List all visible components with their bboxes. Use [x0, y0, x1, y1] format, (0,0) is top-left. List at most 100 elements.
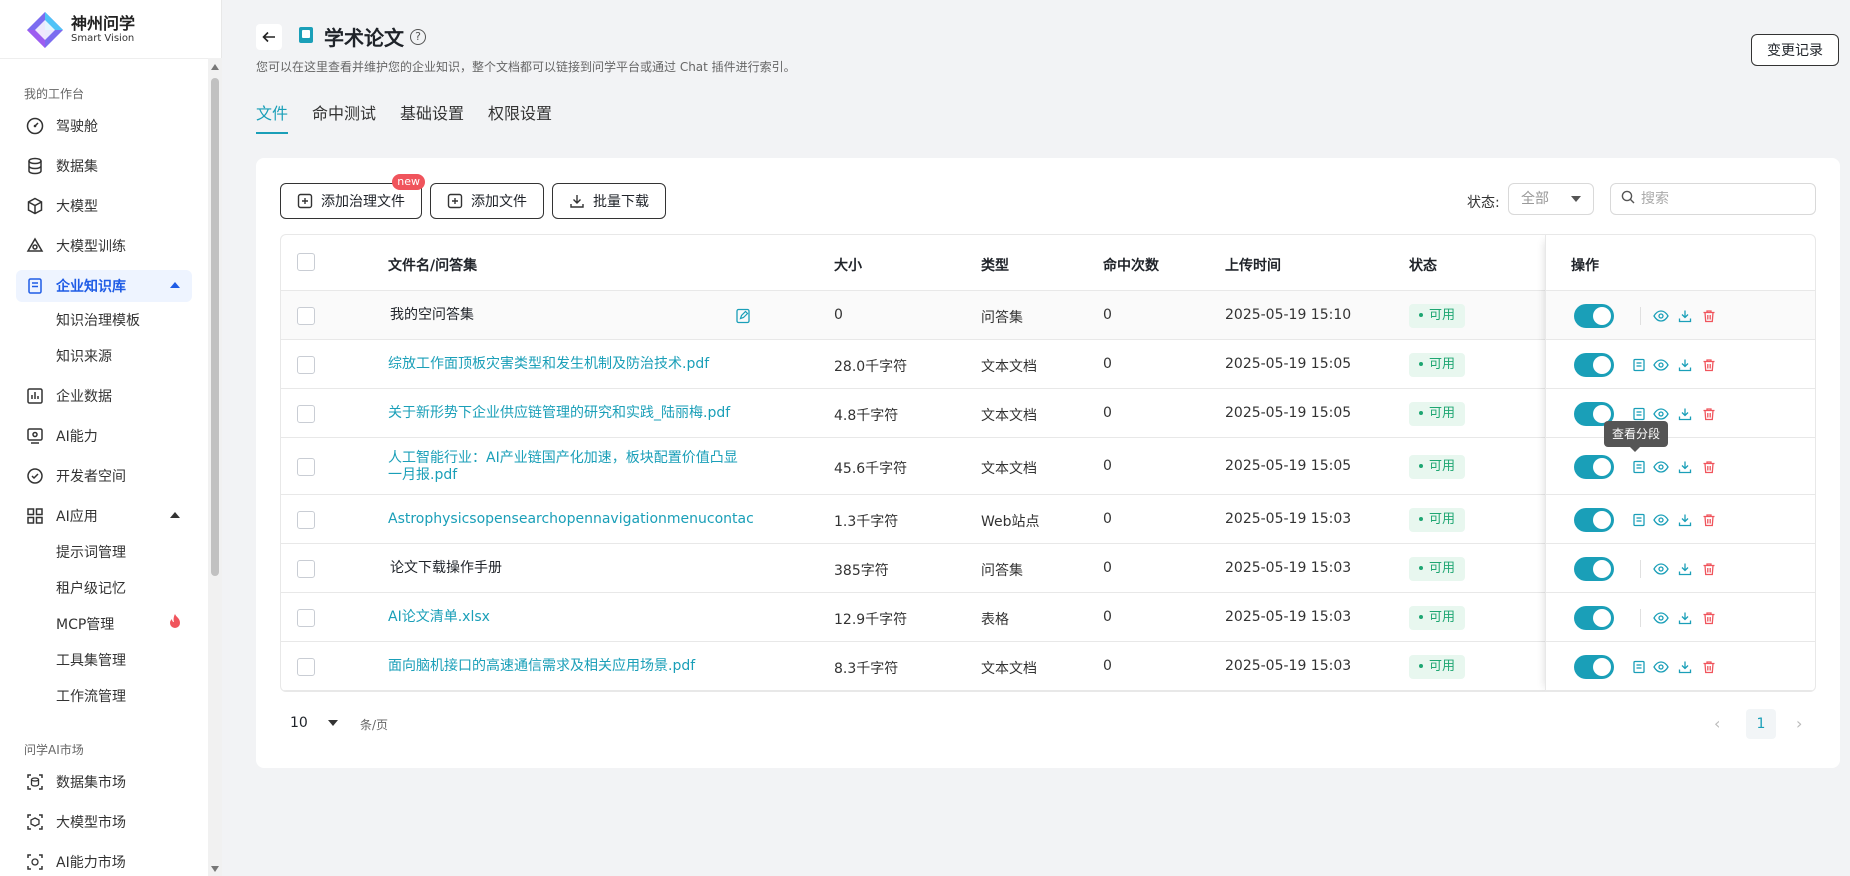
page-number-button[interactable]: 1 [1746, 709, 1776, 739]
nav-item-model-training[interactable]: 大模型训练 [16, 230, 192, 262]
delete-icon[interactable] [1700, 511, 1718, 529]
add-governed-file-button[interactable]: 添加治理文件 new [280, 174, 425, 219]
enable-toggle[interactable] [1574, 303, 1614, 328]
file-name[interactable]: 人工智能行业：AI产业链国产化加速，板块配置价值凸显一月报.pdf [388, 450, 738, 484]
search-box[interactable] [1610, 183, 1816, 215]
file-name[interactable]: Astrophysicsopensearchopennavigationmenu… [388, 511, 754, 528]
enable-toggle[interactable] [1574, 454, 1614, 479]
file-name[interactable]: 综放工作面顶板灾害类型和发生机制及防治技术.pdf [388, 356, 738, 373]
brand-logo[interactable]: 神州问学 Smart Vision [25, 10, 135, 50]
nav-item-ability-market[interactable]: AI能力市场 [16, 846, 192, 876]
delete-icon[interactable] [1700, 658, 1718, 676]
segments-icon[interactable] [1630, 658, 1648, 676]
file-name[interactable]: AI论文清单.xlsx [388, 609, 738, 626]
enable-toggle[interactable] [1574, 352, 1614, 377]
file-name[interactable]: 面向脑机接口的高速通信需求及相关应用场景.pdf [388, 658, 738, 675]
tab-files[interactable]: 文件 [256, 100, 289, 134]
download-icon[interactable] [1676, 307, 1694, 325]
download-icon[interactable] [1676, 609, 1694, 627]
nav-item-ai-ability[interactable]: AI能力 [16, 420, 192, 452]
prev-page-button[interactable]: ‹ [1714, 714, 1720, 733]
delete-icon[interactable] [1700, 307, 1718, 325]
collapse-caret-icon[interactable] [170, 512, 180, 518]
view-icon[interactable] [1652, 307, 1670, 325]
file-name[interactable]: 关于新形势下企业供应链管理的研究和实践_陆丽梅.pdf [388, 405, 738, 422]
download-icon[interactable] [1676, 511, 1694, 529]
delete-icon[interactable] [1700, 405, 1718, 423]
nav-item-knowledge-base[interactable]: 企业知识库 [16, 270, 192, 302]
view-icon[interactable] [1652, 560, 1670, 578]
delete-icon[interactable] [1700, 560, 1718, 578]
row-checkbox[interactable] [297, 657, 315, 676]
nav-sub-tenant-memory[interactable]: 租户级记忆 [56, 577, 126, 601]
help-icon[interactable]: ? [410, 28, 426, 45]
tab-permission-settings[interactable]: 权限设置 [488, 100, 552, 134]
delete-icon[interactable] [1700, 458, 1718, 476]
page-size-select[interactable]: 10 [280, 708, 350, 738]
enable-toggle[interactable] [1574, 654, 1614, 679]
row-checkbox[interactable] [297, 559, 315, 578]
nav-sub-workflow-management[interactable]: 工作流管理 [56, 685, 126, 709]
edit-qa-icon[interactable] [735, 308, 753, 326]
enable-toggle[interactable] [1574, 507, 1614, 532]
download-icon[interactable] [1676, 356, 1694, 374]
tab-hit-test[interactable]: 命中测试 [312, 100, 376, 134]
back-button[interactable] [256, 24, 282, 50]
sidebar-scrollbar[interactable] [208, 58, 222, 876]
status-filter-select[interactable]: 全部 [1508, 183, 1594, 215]
table-row[interactable]: 我的空问答集 0 问答集 0 2025-05-19 15:10 可用 [281, 291, 1815, 340]
nav-item-datasets[interactable]: 数据集 [16, 150, 192, 182]
nav-item-ai-apps[interactable]: AI应用 [16, 500, 192, 532]
tab-basic-settings[interactable]: 基础设置 [400, 100, 464, 134]
nav-sub-prompt-management[interactable]: 提示词管理 [56, 541, 126, 565]
batch-download-button[interactable]: 批量下载 [552, 183, 666, 219]
table-row[interactable]: 关于新形势下企业供应链管理的研究和实践_陆丽梅.pdf 4.8千字符 文本文档 0 20… [281, 389, 1815, 438]
nav-sub-governance-template[interactable]: 知识治理模板 [56, 309, 140, 333]
row-checkbox[interactable] [297, 608, 315, 627]
table-row[interactable]: Astrophysicsopensearchopennavigationmenu… [281, 495, 1815, 544]
view-icon[interactable] [1652, 511, 1670, 529]
nav-item-models[interactable]: 大模型 [16, 190, 192, 222]
view-icon[interactable] [1652, 658, 1670, 676]
add-file-button[interactable]: 添加文件 [430, 183, 544, 219]
view-icon[interactable] [1652, 458, 1670, 476]
nav-item-developer-space[interactable]: 开发者空间 [16, 460, 192, 492]
row-checkbox[interactable] [297, 306, 315, 325]
row-checkbox[interactable] [297, 404, 315, 423]
download-icon[interactable] [1676, 560, 1694, 578]
table-row[interactable]: AI论文清单.xlsx 12.9千字符 表格 0 2025-05-19 15:03 可用 [281, 593, 1815, 642]
select-all-checkbox[interactable] [297, 253, 315, 271]
nav-sub-knowledge-source[interactable]: 知识来源 [56, 345, 112, 369]
segments-icon[interactable] [1630, 511, 1648, 529]
delete-icon[interactable] [1700, 609, 1718, 627]
table-row[interactable]: 论文下载操作手册 385字符 问答集 0 2025-05-19 15:03 可用 [281, 544, 1815, 593]
download-icon[interactable] [1676, 458, 1694, 476]
scroll-up-icon[interactable] [211, 64, 219, 70]
segments-icon[interactable] [1630, 458, 1648, 476]
row-checkbox[interactable] [297, 355, 315, 374]
view-icon[interactable] [1652, 356, 1670, 374]
table-row[interactable]: 人工智能行业：AI产业链国产化加速，板块配置价值凸显一月报.pdf 45.6千字符… [281, 438, 1815, 495]
segments-icon[interactable] [1630, 405, 1648, 423]
scroll-down-icon[interactable] [211, 866, 219, 872]
delete-icon[interactable] [1700, 356, 1718, 374]
nav-item-enterprise-data[interactable]: 企业数据 [16, 380, 192, 412]
nav-sub-mcp-management[interactable]: MCP管理 [56, 613, 180, 637]
segments-icon[interactable] [1630, 356, 1648, 374]
enable-toggle[interactable] [1574, 605, 1614, 630]
collapse-caret-icon[interactable] [170, 282, 180, 288]
nav-sub-toolset-management[interactable]: 工具集管理 [56, 649, 126, 673]
scrollbar-thumb[interactable] [211, 78, 219, 576]
view-icon[interactable] [1652, 609, 1670, 627]
download-icon[interactable] [1676, 658, 1694, 676]
table-row[interactable]: 综放工作面顶板灾害类型和发生机制及防治技术.pdf 28.0千字符 文本文档 0 202… [281, 340, 1815, 389]
changelog-button[interactable]: 变更记录 [1751, 34, 1839, 66]
table-row[interactable]: 面向脑机接口的高速通信需求及相关应用场景.pdf 8.3千字符 文本文档 0 2025-… [281, 642, 1815, 691]
row-checkbox[interactable] [297, 457, 315, 476]
nav-item-cockpit[interactable]: 驾驶舱 [16, 110, 192, 142]
row-checkbox[interactable] [297, 510, 315, 529]
nav-item-model-market[interactable]: 大模型市场 [16, 806, 192, 838]
enable-toggle[interactable] [1574, 556, 1614, 581]
download-icon[interactable] [1676, 405, 1694, 423]
search-input[interactable] [1641, 191, 1801, 207]
